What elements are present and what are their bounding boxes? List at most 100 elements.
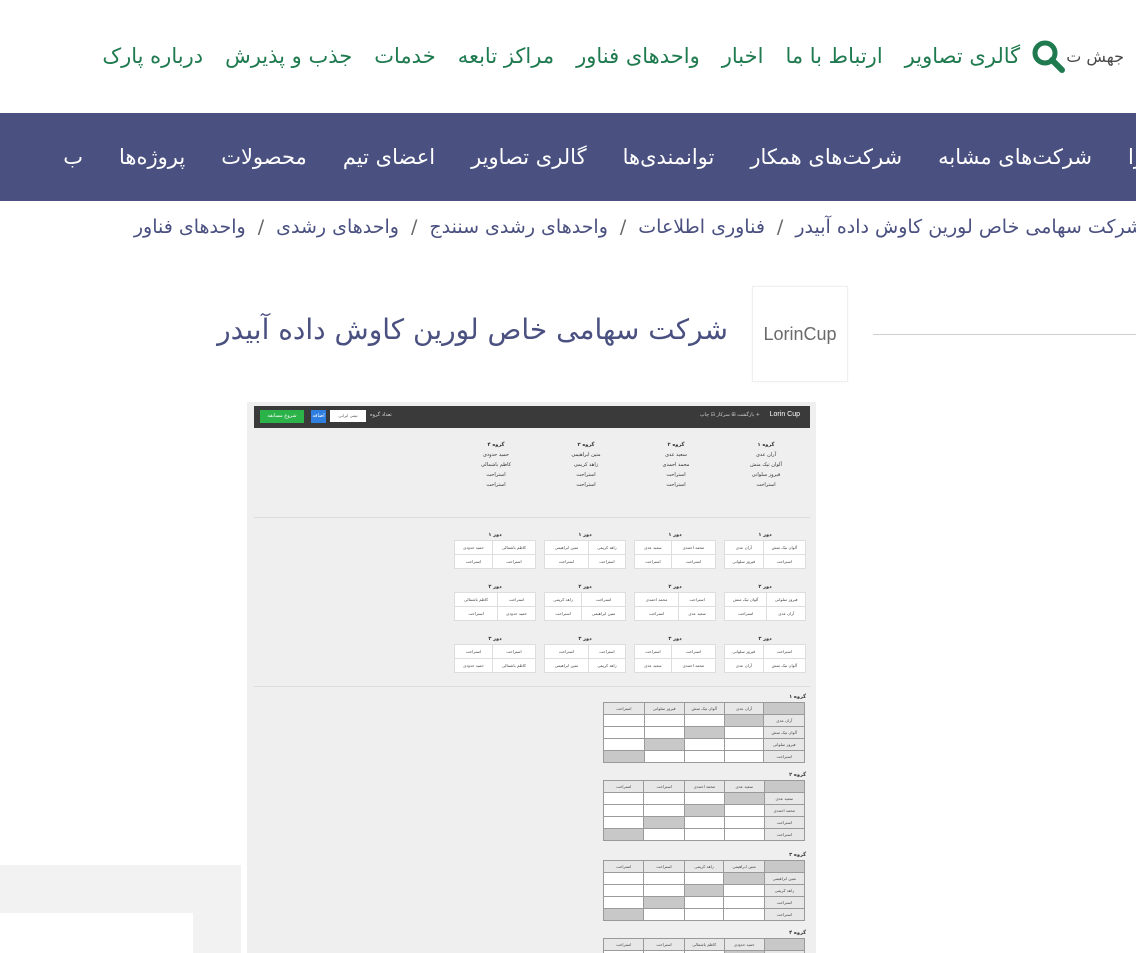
round-title: دور ۲ — [668, 584, 682, 590]
top-nav-item-services[interactable]: خدمات — [374, 44, 435, 68]
standings-cell — [683, 726, 725, 739]
round-cell: استراحت — [762, 554, 807, 569]
standings-cell — [602, 828, 645, 841]
standings-title: گروه ۴ — [789, 930, 806, 936]
top-nav-item-tech-units[interactable]: واحدهای فناور — [576, 44, 700, 68]
side-panel-card — [0, 913, 193, 953]
company-nav-item-similar[interactable]: شرکت‌های مشابه — [938, 145, 1092, 169]
round-title: دور ۲ — [578, 584, 592, 590]
round-table: کاظم باشمالی استراحت استراحت حمید حدودی — [453, 592, 536, 621]
standings-cell — [723, 872, 765, 885]
breadcrumb-item[interactable]: واحدهای فناور — [134, 216, 246, 238]
group-member: استراحت — [576, 472, 596, 478]
round-table: محمد احمدی استراحت استراحت سعید عدی — [633, 592, 716, 621]
standings-cell: استراحت — [643, 938, 685, 951]
standings-title: گروه ۱ — [789, 694, 806, 700]
screenshot-logo: Lorin Cup — [769, 411, 800, 418]
standings-cell — [643, 896, 685, 909]
standings-cell: متین ابراهیمی — [723, 860, 765, 873]
screenshot-group: گروه ۳ متین ابراهیمی زاهد کریمی استراحت … — [546, 440, 626, 490]
top-nav-item-contact[interactable]: ارتباط با ما — [785, 44, 882, 68]
standings-cell: استراحت — [763, 816, 806, 829]
round-cell: استراحت — [587, 644, 627, 659]
top-nav-item-about[interactable]: درباره پارک — [102, 44, 203, 68]
round-cell: استراحت — [587, 554, 627, 569]
standings-cell — [602, 804, 645, 817]
search-icon[interactable] — [1030, 38, 1066, 74]
group-title: گروه ۱ — [757, 442, 775, 448]
company-nav-bar: ب پروژه‌ها محصولات اعضای تیم گالری تصاوی… — [0, 113, 1136, 201]
round-table: حمید حدودی کاظم باشمالی استراحت استراحت — [454, 540, 537, 569]
breadcrumb-item[interactable]: واحدهای رشدی — [276, 216, 399, 238]
standings-cell — [602, 816, 645, 829]
screenshot-menu: + بازگشت ⊞ سرکار ⊟ چاپ — [699, 412, 760, 418]
standings-cell: آلوان تیک منش — [763, 726, 805, 739]
round-cell: استراحت — [670, 644, 717, 659]
standings-cell — [723, 750, 765, 763]
standings-cell — [683, 896, 725, 909]
round-cell: آران عدی — [724, 658, 764, 673]
top-nav-item-admission[interactable]: جذب و پذیرش — [225, 44, 352, 68]
group-title: گروه ۴ — [487, 442, 505, 448]
product-screenshot[interactable]: Lorin Cup + بازگشت ⊞ سرکار ⊟ چاپ شروع مس… — [247, 402, 816, 953]
standings-cell — [602, 872, 645, 885]
standings-title: گروه ۲ — [789, 772, 806, 778]
standings-cell: استراحت — [643, 860, 685, 873]
group-member: آران عدی — [756, 452, 776, 458]
standings-cell — [602, 792, 645, 805]
breadcrumb-item[interactable]: واحدهای رشدی سنندج — [429, 216, 608, 238]
top-nav-item-gallery[interactable]: گالری تصاویر — [905, 44, 1021, 68]
jump-label[interactable]: جهش ت — [1066, 47, 1124, 66]
round-cell: حمید حدودی — [497, 606, 536, 621]
company-nav-item-products[interactable]: محصولات — [221, 145, 307, 169]
standings-cell: محمد احمدی — [763, 804, 806, 817]
company-nav-item-projects[interactable]: پروژه‌ها — [119, 145, 185, 169]
standings-cell — [723, 896, 765, 909]
company-nav-item-partners[interactable]: شرکت‌های همکار — [750, 145, 902, 169]
round-cell: کاظم باشمالی — [453, 592, 499, 607]
round-table: استراحت استراحت حمید حدودی کاظم باشمالی — [454, 644, 537, 673]
company-nav-item-team[interactable]: اعضای تیم — [343, 145, 435, 169]
round-cell: استراحت — [670, 554, 717, 569]
round-box: دور ۲ محمد احمدی استراحت استراحت سعید عدی — [633, 582, 716, 621]
standings-cell — [643, 726, 685, 739]
standings-cell: محمد احمدی — [683, 780, 725, 793]
standings-cell — [643, 738, 685, 751]
standings-cell — [602, 884, 645, 897]
standings-cell — [643, 884, 685, 897]
standings-cell — [683, 750, 725, 763]
round-cell: سعید عدی — [634, 540, 672, 555]
standings-cell — [723, 738, 765, 751]
round-box: دور ۳ استراحت استراحت حمید حدودی کاظم باشمال… — [454, 634, 537, 673]
round-table: آران عدی آلوان تیک منش فیروز سلوانی استراحت — [724, 540, 807, 569]
round-cell: استراحت — [581, 592, 626, 607]
standings-cell — [683, 884, 725, 897]
company-nav-item-capabilities[interactable]: توانمندی‌ها — [623, 145, 715, 169]
company-nav-item-gallery[interactable]: گالری تصاویر — [471, 145, 587, 169]
round-cell: آران عدی — [766, 606, 806, 621]
round-cell: استراحت — [544, 554, 589, 569]
round-cell: حمید حدودی — [454, 540, 493, 555]
round-title: دور ۱ — [578, 532, 592, 538]
round-title: دور ۳ — [488, 636, 502, 642]
top-nav-item-centers[interactable]: مراکز تابعه — [458, 44, 554, 68]
company-nav-item-cut[interactable]: ب — [63, 145, 83, 169]
top-nav-item-news[interactable]: اخبار — [722, 44, 764, 68]
breadcrumb-item[interactable]: فناوری اطلاعات — [638, 216, 765, 238]
group-member: استراحت — [486, 482, 506, 488]
company-nav-item-cut-left[interactable]: را — [1128, 145, 1136, 169]
group-member: کاظم باشمالی — [480, 462, 511, 468]
breadcrumb-separator: / — [257, 216, 265, 238]
standings-table: استراحت استراحت محمد احمدی سعید عدی سعید عدی… — [602, 780, 806, 841]
round-cell: استراحت — [544, 644, 589, 659]
screenshot-divider — [254, 686, 810, 687]
round-title: دور ۱ — [758, 532, 772, 538]
screenshot-group: گروه ۱ آران عدی آلوان تیک منش فیروز سلوا… — [726, 440, 806, 490]
standings-cell: فیروز سلوانی — [763, 738, 805, 751]
standings-cell: آران عدی — [723, 702, 765, 715]
standings-cell — [643, 872, 685, 885]
standings-table: استراحت استراحت زاهد کریمی متین ابراهیمی متی… — [602, 860, 806, 921]
round-title: دور ۳ — [578, 636, 592, 642]
screenshot-add-button: اضافه — [311, 410, 326, 423]
round-box: دور ۳ استراحت استراحت متین ابراهیمی زاهد کری… — [544, 634, 627, 673]
